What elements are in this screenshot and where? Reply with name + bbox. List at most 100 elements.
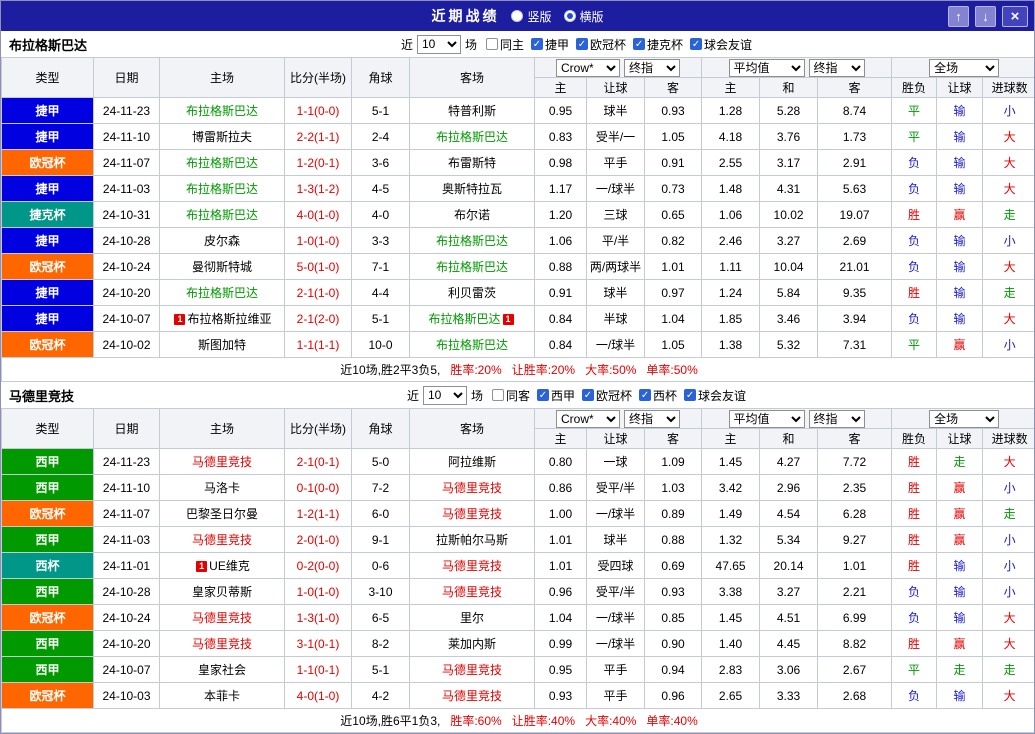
sub-column-header: 让球 bbox=[936, 428, 984, 449]
home-team-name[interactable]: 布拉格斯巴达 bbox=[186, 156, 258, 170]
avg-away-odds-cell: 2.21 bbox=[817, 578, 893, 605]
date-cell: 24-11-10 bbox=[93, 123, 160, 150]
avg-home-odds-cell: 1.45 bbox=[701, 604, 761, 631]
away-team-cell: 马德里竞技 bbox=[409, 578, 535, 605]
avg-stage-select[interactable]: 终指 bbox=[808, 58, 865, 77]
filter-checkbox-option[interactable]: 捷甲 bbox=[530, 36, 569, 53]
score-cell[interactable]: 4-0(1-0) bbox=[284, 201, 352, 228]
average-odds-select[interactable]: 平均值 bbox=[728, 409, 805, 428]
score-cell[interactable]: 2-0(1-0) bbox=[284, 526, 352, 553]
filter-checkbox-option[interactable]: 西甲 bbox=[536, 387, 575, 404]
result-outcome-cell: 胜 bbox=[891, 526, 938, 553]
home-team-cell: 1 布拉格斯拉维亚 bbox=[159, 305, 285, 332]
filter-checkbox-option[interactable]: 捷克杯 bbox=[633, 36, 683, 53]
result-outcome-cell: 负 bbox=[891, 175, 938, 202]
league-badge: 捷甲 bbox=[1, 175, 94, 202]
column-header: 角球 bbox=[351, 57, 410, 98]
home-team-name[interactable]: 马德里竞技 bbox=[192, 533, 252, 547]
score-cell[interactable]: 2-2(1-1) bbox=[284, 123, 352, 150]
odds-home-cell: 0.91 bbox=[534, 279, 587, 306]
score-cell[interactable]: 4-0(1-0) bbox=[284, 682, 352, 709]
home-team-cell: 马洛卡 bbox=[159, 474, 285, 501]
score-cell[interactable]: 1-1(0-1) bbox=[284, 656, 352, 683]
sub-column-header: 和 bbox=[759, 428, 819, 449]
away-team-name: 利贝雷茨 bbox=[447, 286, 496, 300]
scope-select[interactable]: 全场 bbox=[929, 409, 1000, 428]
odds-away-cell: 0.73 bbox=[643, 175, 703, 202]
odds-home-cell: 0.84 bbox=[534, 331, 587, 358]
bookmaker-select[interactable]: Crow* bbox=[556, 58, 621, 77]
filter-checkbox-option[interactable]: 同主 bbox=[485, 36, 524, 53]
score-cell[interactable]: 2-1(0-1) bbox=[284, 448, 352, 475]
handicap-cell: 两/两球半 bbox=[586, 253, 645, 280]
close-button[interactable]: × bbox=[1002, 5, 1028, 27]
score-cell[interactable]: 1-1(0-0) bbox=[284, 97, 352, 124]
filter-checkbox-option[interactable]: 欧冠杯 bbox=[582, 387, 632, 404]
away-team-name[interactable]: 马德里竞技 bbox=[442, 559, 502, 573]
match-row: 西甲 24-11-10 马洛卡 0-1(0-0) 7-2 马德里竞技 0.86 受平/半 1.0… bbox=[1, 474, 1034, 501]
date-cell: 24-11-03 bbox=[93, 526, 160, 553]
result-goals-cell: 小 bbox=[982, 97, 1034, 124]
filter-checkbox-option[interactable]: 球会友谊 bbox=[690, 36, 752, 53]
summary-rate: 让胜率:40% bbox=[511, 714, 576, 728]
avg-draw-odds-cell: 4.27 bbox=[759, 448, 819, 475]
odds-stage-select[interactable]: 终指 bbox=[624, 409, 681, 428]
away-team-name[interactable]: 布拉格斯巴达 bbox=[436, 260, 508, 274]
home-team-name[interactable]: 布拉格斯巴达 bbox=[186, 104, 258, 118]
bookmaker-select[interactable]: Crow* bbox=[556, 409, 621, 428]
away-team-name[interactable]: 马德里竞技 bbox=[442, 507, 502, 521]
home-team-name[interactable]: 马德里竞技 bbox=[192, 455, 252, 469]
score-cell[interactable]: 0-1(0-0) bbox=[284, 474, 352, 501]
match-count-select[interactable]: 10 bbox=[422, 385, 467, 405]
score-cell[interactable]: 1-3(1-0) bbox=[284, 604, 352, 631]
date-cell: 24-10-02 bbox=[93, 331, 160, 358]
score-cell[interactable]: 5-0(1-0) bbox=[284, 253, 352, 280]
away-team-name[interactable]: 布拉格斯巴达 bbox=[428, 312, 500, 326]
home-team-name[interactable]: 马德里竞技 bbox=[192, 611, 252, 625]
corner-cell: 4-5 bbox=[351, 175, 410, 202]
filter-checkbox-option[interactable]: 球会友谊 bbox=[684, 387, 746, 404]
scope-select[interactable]: 全场 bbox=[929, 58, 1000, 77]
score-cell[interactable]: 1-3(1-2) bbox=[284, 175, 352, 202]
home-team-name[interactable]: 马德里竞技 bbox=[192, 637, 252, 651]
scroll-up-button[interactable]: ↑ bbox=[948, 5, 969, 27]
away-team-name[interactable]: 布拉格斯巴达 bbox=[436, 234, 508, 248]
average-odds-select[interactable]: 平均值 bbox=[728, 58, 805, 77]
radio-horizontal-icon bbox=[563, 10, 576, 22]
score-cell[interactable]: 1-2(0-1) bbox=[284, 149, 352, 176]
away-team-name[interactable]: 马德里竞技 bbox=[442, 689, 502, 703]
score-cell[interactable]: 1-2(1-1) bbox=[284, 500, 352, 527]
match-row: 西甲 24-10-20 马德里竞技 3-1(0-1) 8-2 莱加内斯 0.99 一/球半 0.… bbox=[1, 630, 1034, 657]
score-cell[interactable]: 2-1(2-0) bbox=[284, 305, 352, 332]
scroll-down-button[interactable]: ↓ bbox=[975, 5, 996, 27]
home-team-name[interactable]: 布拉格斯巴达 bbox=[186, 286, 258, 300]
home-team-name[interactable]: 布拉格斯巴达 bbox=[186, 208, 258, 222]
corner-cell: 6-0 bbox=[351, 500, 410, 527]
away-team-name[interactable]: 布拉格斯巴达 bbox=[436, 130, 508, 144]
away-team-name[interactable]: 马德里竞技 bbox=[442, 663, 502, 677]
away-team-name[interactable]: 马德里竞技 bbox=[442, 585, 502, 599]
corner-cell: 3-10 bbox=[351, 578, 410, 605]
score-cell[interactable]: 1-0(1-0) bbox=[284, 227, 352, 254]
score-cell[interactable]: 1-1(1-1) bbox=[284, 331, 352, 358]
score-cell[interactable]: 1-0(1-0) bbox=[284, 578, 352, 605]
avg-stage-select[interactable]: 终指 bbox=[808, 409, 865, 428]
corner-cell: 4-4 bbox=[351, 279, 410, 306]
filter-checkbox-option[interactable]: 西杯 bbox=[639, 387, 677, 404]
score-cell[interactable]: 2-1(1-0) bbox=[284, 279, 352, 306]
match-count-select[interactable]: 10 bbox=[416, 34, 461, 54]
corner-cell: 6-5 bbox=[351, 604, 410, 631]
score-cell[interactable]: 3-1(0-1) bbox=[284, 630, 352, 657]
result-outcome-cell: 平 bbox=[891, 331, 938, 358]
layout-option-vertical[interactable]: 竖版 bbox=[511, 8, 552, 25]
away-team-name[interactable]: 马德里竞技 bbox=[442, 481, 502, 495]
date-cell: 24-10-24 bbox=[93, 604, 160, 631]
score-cell[interactable]: 0-2(0-0) bbox=[284, 552, 352, 579]
filter-checkbox-option[interactable]: 同客 bbox=[491, 387, 530, 404]
layout-option-horizontal[interactable]: 横版 bbox=[563, 8, 604, 25]
away-team-name[interactable]: 布拉格斯巴达 bbox=[436, 338, 508, 352]
odds-stage-select[interactable]: 终指 bbox=[624, 58, 681, 77]
filter-checkbox-option[interactable]: 欧冠杯 bbox=[576, 36, 626, 53]
away-team-name: 里尔 bbox=[459, 611, 484, 625]
home-team-name[interactable]: 布拉格斯巴达 bbox=[186, 182, 258, 196]
